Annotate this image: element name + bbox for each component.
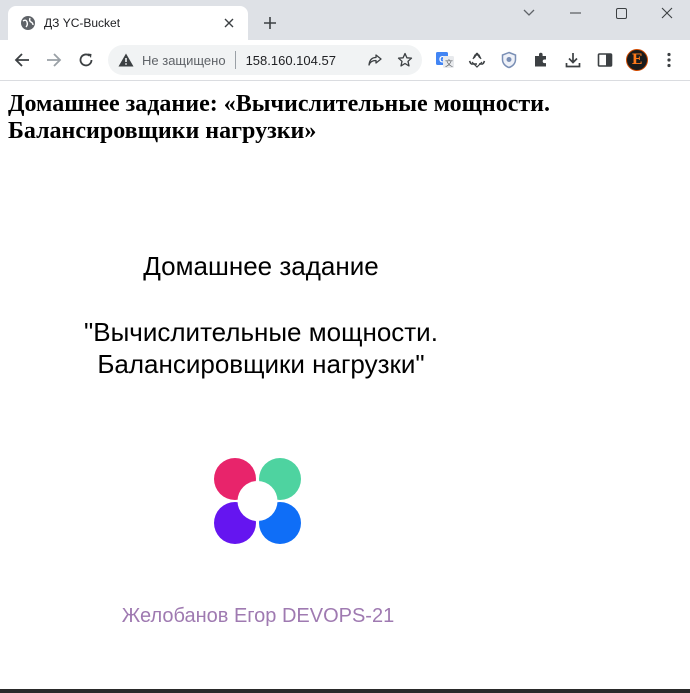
window-bottom-border xyxy=(0,689,690,693)
kebab-menu-icon[interactable] xyxy=(658,49,680,71)
chevron-down-icon xyxy=(523,9,535,16)
browser-titlebar: ДЗ YC-Bucket xyxy=(0,0,690,40)
close-window-button[interactable] xyxy=(644,0,690,26)
tab-title: ДЗ YC-Bucket xyxy=(44,16,121,30)
reload-button[interactable] xyxy=(72,46,100,74)
address-divider xyxy=(234,51,236,69)
subtitle-line-1: "Вычислительные мощности. xyxy=(84,317,438,347)
share-icon[interactable] xyxy=(366,51,384,69)
four-circle-logo xyxy=(213,457,303,547)
recycle-icon[interactable] xyxy=(466,49,488,71)
url-text[interactable]: 158.160.104.57 xyxy=(246,53,336,68)
maximize-icon xyxy=(615,7,627,19)
profile-avatar[interactable]: E xyxy=(626,49,648,71)
page-heading: Домашнее задание: «Вычислительные мощнос… xyxy=(8,91,550,144)
browser-tab[interactable]: ДЗ YC-Bucket xyxy=(8,6,248,40)
address-bar[interactable]: Не защищено 158.160.104.57 xyxy=(108,45,422,75)
browser-toolbar: Не защищено 158.160.104.57 G文 E xyxy=(0,40,690,81)
star-icon[interactable] xyxy=(396,51,414,69)
back-icon xyxy=(14,53,29,67)
subtitle-line-2: Балансировщики нагрузки" xyxy=(97,349,425,379)
close-icon[interactable] xyxy=(220,14,238,32)
back-button[interactable] xyxy=(8,46,36,74)
forward-icon xyxy=(47,53,62,67)
web-page: Домашнее задание: «Вычислительные мощнос… xyxy=(0,82,690,693)
new-tab-button[interactable] xyxy=(258,11,282,35)
author-name: Желобанов Егор DEVOPS-21 xyxy=(121,605,395,627)
security-status[interactable]: Не защищено xyxy=(142,53,226,68)
minimize-icon xyxy=(569,12,581,14)
globe-icon xyxy=(20,15,36,31)
sidepanel-icon[interactable] xyxy=(594,49,616,71)
tab-search-button[interactable] xyxy=(506,0,552,26)
svg-text:文: 文 xyxy=(445,58,453,68)
download-icon[interactable] xyxy=(562,49,584,71)
puzzle-icon[interactable] xyxy=(530,49,552,71)
close-icon xyxy=(661,7,673,19)
avatar-initial: E xyxy=(626,49,648,71)
content-subtitle: "Вычислительные мощности. Балансировщики… xyxy=(40,316,482,380)
plus-icon xyxy=(264,17,276,29)
content-title: Домашнее задание xyxy=(143,251,379,281)
reload-icon xyxy=(79,53,93,67)
maximize-button[interactable] xyxy=(598,0,644,26)
forward-button[interactable] xyxy=(40,46,68,74)
warning-icon[interactable] xyxy=(118,52,134,68)
shield-icon[interactable] xyxy=(498,49,520,71)
minimize-button[interactable] xyxy=(552,0,598,26)
translate-icon[interactable]: G文 xyxy=(434,49,456,71)
